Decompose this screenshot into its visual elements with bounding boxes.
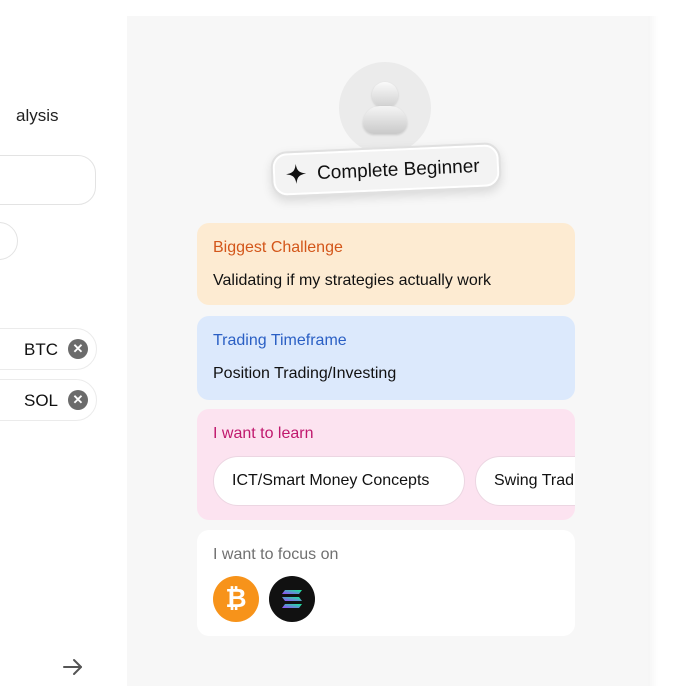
chip-label: BTC xyxy=(24,340,58,359)
avatar-head xyxy=(372,82,398,108)
card-value: Validating if my strategies actually wor… xyxy=(213,272,492,289)
sparkle-icon xyxy=(286,163,307,184)
chip-sol: SOL ✕ xyxy=(0,379,97,421)
biggest-challenge-card: Biggest Challenge Validating if my strat… xyxy=(197,223,575,305)
chip-btc: BTC ✕ xyxy=(0,328,97,370)
close-circle-icon[interactable]: ✕ xyxy=(68,339,88,359)
avatar-body xyxy=(363,106,407,134)
card-title: I want to learn xyxy=(213,425,314,442)
chip-label: SOL xyxy=(24,391,59,410)
panel-edge-shadow xyxy=(648,16,658,686)
learning-goals-card: I want to learn ICT/Smart Money Concepts… xyxy=(197,409,575,520)
solana-icon xyxy=(269,576,315,622)
arrow-right-icon[interactable] xyxy=(60,654,86,680)
learn-topic-pill[interactable]: Swing Trading xyxy=(475,456,575,506)
learn-topic-pill[interactable]: ICT/Smart Money Concepts xyxy=(213,456,465,506)
left-text-input[interactable] xyxy=(0,155,96,205)
profile-summary-panel: Complete Beginner Biggest Challenge Vali… xyxy=(127,16,648,686)
card-value: Position Trading/Investing xyxy=(213,365,397,382)
experience-level-badge: Complete Beginner xyxy=(270,142,502,198)
solana-logo xyxy=(282,590,302,608)
left-option-pill[interactable] xyxy=(0,222,18,260)
card-title: I want to focus on xyxy=(213,546,339,563)
user-avatar-icon xyxy=(339,62,431,154)
experience-level-label: Complete Beginner xyxy=(316,155,481,184)
close-circle-icon[interactable]: ✕ xyxy=(68,390,88,410)
bitcoin-glyph: ₿ xyxy=(225,584,247,614)
left-section-title: alysis xyxy=(16,106,59,125)
card-title: Trading Timeframe xyxy=(213,332,347,349)
card-title: Biggest Challenge xyxy=(213,239,343,256)
trading-timeframe-card: Trading Timeframe Position Trading/Inves… xyxy=(197,316,575,400)
left-panel: alysis BTC ✕ SOL ✕ xyxy=(0,0,127,700)
focus-assets-card: I want to focus on ₿ xyxy=(197,530,575,636)
bitcoin-icon: ₿ xyxy=(213,576,259,622)
